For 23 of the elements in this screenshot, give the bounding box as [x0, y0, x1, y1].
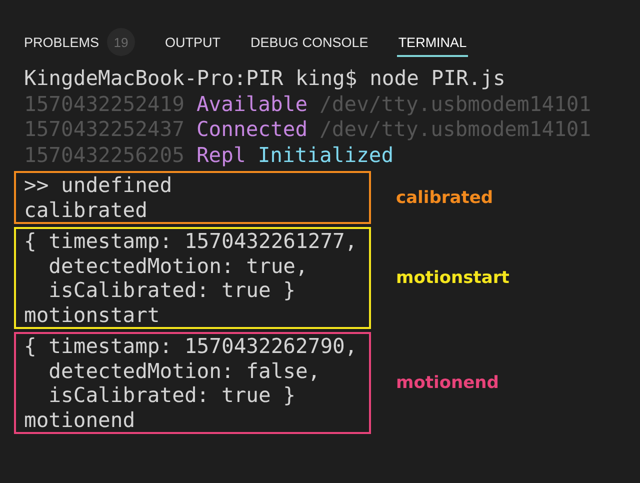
command-line: KingdeMacBook-Pro:PIR king$ node PIR.js [23, 66, 506, 92]
output-line: { timestamp: 1570432262790, [24, 334, 358, 358]
output-line: calibrated [24, 198, 148, 222]
panel-tab[interactable]: PROBLEMS 19 [23, 26, 136, 57]
log-text: Initialized [258, 142, 394, 168]
annotation-label: motionend [396, 373, 499, 393]
annotation-label: motionstart [396, 268, 510, 288]
output-line: { timestamp: 1570432261277, [24, 229, 358, 254]
output-line: isCalibrated: true } [48, 383, 297, 408]
log-text: Available [196, 92, 308, 117]
log-text: Repl [196, 142, 246, 168]
panel-tab[interactable]: OUTPUT [164, 26, 222, 57]
output-line: motionend [24, 408, 136, 432]
panel-tab[interactable]: DEBUG CONSOLE [250, 26, 370, 57]
output-line: isCalibrated: true } [48, 278, 297, 302]
output-line: detectedMotion: false, [48, 358, 322, 383]
output-line: motionstart [24, 302, 161, 327]
output-line: detectedMotion: true, [48, 254, 309, 278]
output-line: >> undefined [24, 173, 174, 198]
log-text: Connected [196, 117, 308, 142]
count-badge: 19 [107, 28, 136, 56]
annotation-label: calibrated [396, 188, 494, 208]
panel-tab[interactable]: TERMINAL [397, 26, 468, 57]
